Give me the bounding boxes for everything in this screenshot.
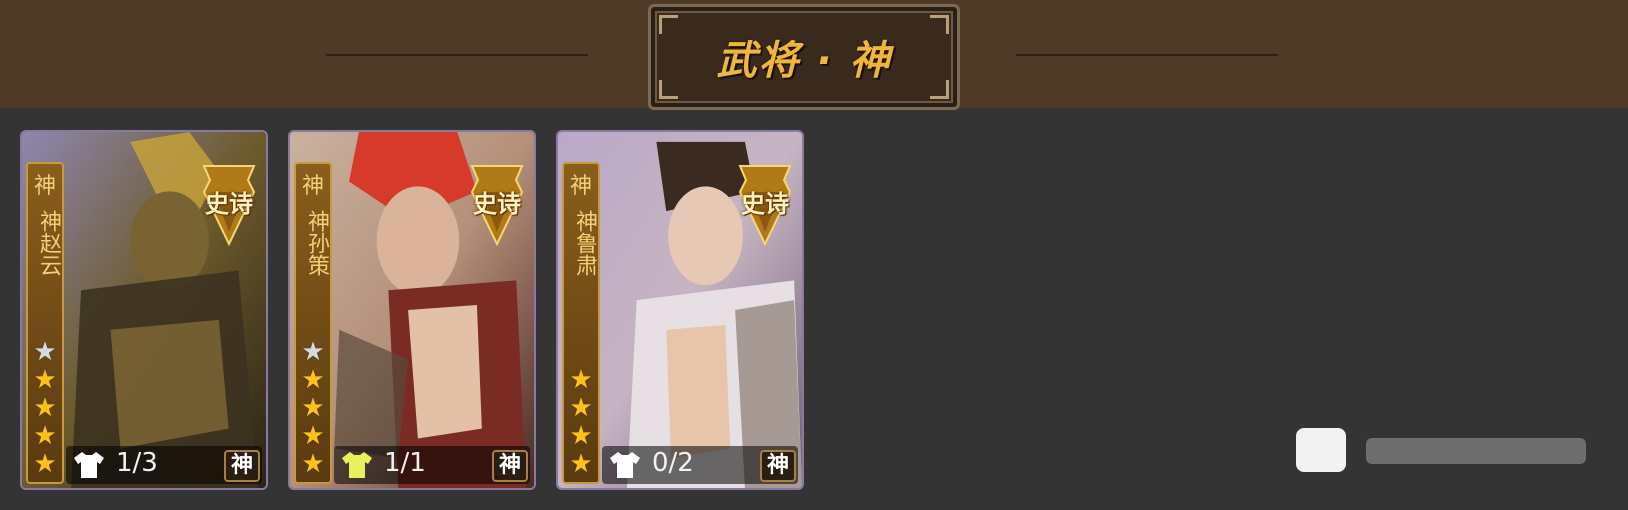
- star-icon: ★: [301, 393, 325, 423]
- star-icon-silver: ★: [33, 337, 57, 367]
- star-rating: ★ ★ ★ ★: [564, 366, 598, 478]
- star-icon: ★: [569, 365, 593, 395]
- star-icon: ★: [569, 421, 593, 451]
- star-icon-silver: ★: [301, 337, 325, 367]
- general-card[interactable]: 神 神赵云 ★ ★ ★ ★ ★ 史诗 1/3 神: [20, 130, 268, 490]
- epic-rarity-badge: 史诗: [734, 162, 796, 247]
- card-side-strip: 神 神鲁肃 ★ ★ ★ ★: [562, 162, 600, 484]
- faction-label: 神: [33, 174, 56, 199]
- shirt-icon: [342, 452, 372, 478]
- general-card[interactable]: 神 神孙策 ★ ★ ★ ★ ★ 史诗 1/1 神: [288, 130, 536, 490]
- general-card[interactable]: 神 神鲁肃 ★ ★ ★ ★ 史诗 0/2 神: [556, 130, 804, 490]
- star-icon: ★: [569, 449, 593, 479]
- star-icon: ★: [301, 365, 325, 395]
- star-icon: ★: [33, 365, 57, 395]
- shirt-icon: [610, 452, 640, 478]
- general-name: 神孙策: [304, 210, 329, 276]
- header-divider-right: [1016, 54, 1278, 56]
- shirt-icon: [74, 452, 104, 478]
- card-side-strip: 神 神赵云 ★ ★ ★ ★ ★: [26, 162, 64, 484]
- star-icon: ★: [301, 449, 325, 479]
- epic-rarity-badge: 史诗: [198, 162, 260, 247]
- star-rating: ★ ★ ★ ★ ★: [28, 338, 62, 478]
- star-icon: ★: [33, 393, 57, 423]
- skin-count: 0/2: [652, 448, 694, 478]
- general-name: 神赵云: [36, 210, 61, 276]
- header-divider-left: [326, 54, 588, 56]
- star-rating: ★ ★ ★ ★ ★: [296, 338, 330, 478]
- skin-count: 1/3: [116, 448, 158, 478]
- type-badge: 神: [760, 450, 796, 482]
- star-icon: ★: [569, 393, 593, 423]
- rarity-label: 史诗: [473, 190, 521, 218]
- star-icon: ★: [33, 449, 57, 479]
- type-badge: 神: [492, 450, 528, 482]
- faction-label: 神: [301, 174, 324, 199]
- general-name: 神鲁肃: [572, 210, 597, 276]
- type-badge: 神: [224, 450, 260, 482]
- watermark: [1296, 424, 1596, 476]
- skin-count: 1/1: [384, 448, 426, 478]
- star-icon: ★: [33, 421, 57, 451]
- title-plaque: 武将 · 神: [648, 4, 960, 110]
- faction-label: 神: [569, 174, 592, 199]
- page-title: 武将 · 神: [716, 38, 892, 84]
- rarity-label: 史诗: [205, 190, 253, 218]
- card-side-strip: 神 神孙策 ★ ★ ★ ★ ★: [294, 162, 332, 484]
- star-icon: ★: [301, 421, 325, 451]
- epic-rarity-badge: 史诗: [466, 162, 528, 247]
- rarity-label: 史诗: [741, 190, 789, 218]
